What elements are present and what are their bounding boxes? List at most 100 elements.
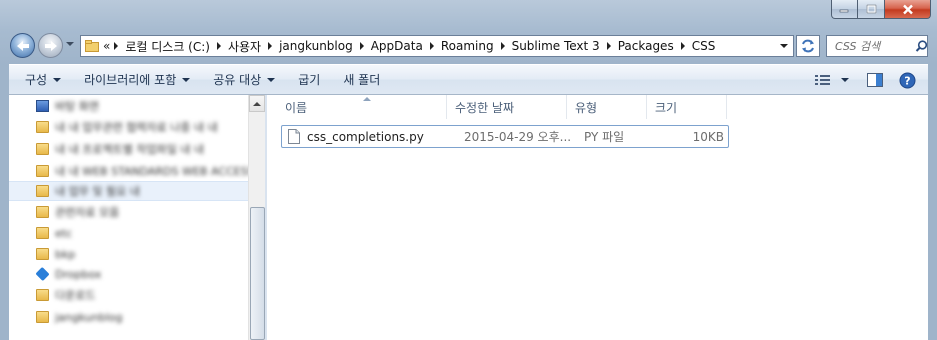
folder-icon — [36, 206, 49, 218]
breadcrumb-item[interactable]: Packages — [618, 39, 674, 53]
tree-item[interactable]: etc — [9, 223, 248, 243]
scroll-up-button[interactable] — [249, 95, 265, 112]
breadcrumb-item-current[interactable]: CSS — [692, 39, 716, 53]
breadcrumb-separator[interactable] — [500, 42, 505, 50]
share-with-menu[interactable]: 공유 대상 — [203, 68, 285, 92]
navigation-scrollbar[interactable] — [248, 95, 265, 340]
new-folder-button[interactable]: 새 폴더 — [333, 68, 390, 92]
column-header-modified[interactable]: 수정한 날짜 — [447, 95, 567, 119]
tree-item[interactable]: 다운로드 — [9, 285, 248, 305]
svg-text:?: ? — [904, 74, 910, 87]
breadcrumb-item[interactable]: 사용자 — [228, 38, 261, 55]
tree-item[interactable]: 내 내 프로젝트별 작업파일 내 내 — [9, 139, 248, 159]
refresh-button[interactable] — [796, 35, 820, 57]
organize-menu[interactable]: 구성 — [9, 68, 71, 92]
details-view-icon — [815, 75, 830, 85]
burn-label: 굽기 — [298, 73, 321, 87]
maximize-icon — [866, 4, 876, 14]
arrow-up-icon — [253, 101, 261, 106]
tree-item-label: 다운로드 — [55, 289, 96, 302]
tree-item[interactable]: 내 내 WEB STANDARDS WEB ACCESSIBILITY — [9, 161, 248, 181]
file-row[interactable]: css_completions.py 2015-04-29 오후... PY 파… — [281, 125, 729, 148]
back-arrow-icon — [16, 40, 29, 51]
folder-icon — [36, 121, 49, 133]
change-view-button[interactable] — [815, 68, 831, 92]
scroll-thumb[interactable] — [250, 207, 265, 340]
column-header-size[interactable]: 크기 — [647, 95, 727, 119]
breadcrumb-item[interactable]: jangkunblog — [279, 39, 353, 53]
breadcrumb-separator[interactable] — [268, 42, 273, 50]
tree-item-label: 내 내 업무관련 협력자료 나중 내 내 — [55, 121, 218, 134]
file-size: 10KB — [692, 129, 724, 144]
file-type: PY 파일 — [584, 130, 625, 144]
column-headers: 이름 수정한 날짜 유형 크기 — [277, 95, 727, 119]
refresh-icon — [802, 39, 814, 53]
computer-icon — [36, 100, 49, 112]
chevron-down-icon — [841, 78, 849, 82]
column-header-label: 이름 — [285, 100, 308, 115]
command-bar: 구성 라이브러리에 포함 공유 대상 굽기 새 폴더 ? — [9, 64, 928, 95]
folder-icon — [36, 165, 49, 177]
column-header-label: 수정한 날짜 — [455, 100, 515, 115]
tree-item-label: jangkunblog — [55, 310, 123, 324]
breadcrumb: 로컬 디스크 (C:) 사용자 jangkunblog AppData Roam… — [114, 38, 775, 55]
breadcrumb-item[interactable]: Roaming — [441, 39, 494, 53]
breadcrumb-item[interactable]: Sublime Text 3 — [512, 39, 600, 53]
breadcrumb-separator[interactable] — [680, 42, 685, 50]
tree-item-label: 내 업무 및 필요 내 — [55, 185, 140, 198]
tree-item[interactable]: 관련자료 모음 — [9, 202, 248, 222]
breadcrumb-item[interactable]: 로컬 디스크 (C:) — [125, 38, 210, 55]
tree-item-label: Dropbox — [55, 267, 102, 281]
burn-button[interactable]: 굽기 — [288, 68, 330, 92]
address-bar[interactable]: « 로컬 디스크 (C:) 사용자 jangkunblog AppData Ro… — [80, 35, 794, 57]
tree-item[interactable]: Dropbox — [9, 264, 248, 284]
close-button[interactable] — [885, 0, 931, 19]
dropbox-icon — [35, 266, 50, 282]
column-header-label: 유형 — [575, 100, 598, 115]
tree-item[interactable]: bkp — [9, 244, 248, 264]
caption-buttons — [831, 0, 931, 20]
tree-item-label: 관련자료 모음 — [55, 206, 120, 219]
chevron-down-icon — [780, 44, 788, 48]
maximize-button[interactable] — [858, 0, 885, 19]
include-in-library-menu[interactable]: 라이브러리에 포함 — [74, 68, 200, 92]
breadcrumb-separator[interactable] — [429, 42, 434, 50]
breadcrumb-separator[interactable] — [114, 42, 119, 50]
breadcrumb-overflow[interactable]: « — [103, 39, 110, 53]
breadcrumb-separator[interactable] — [216, 42, 221, 50]
address-dropdown-button[interactable] — [775, 36, 793, 56]
breadcrumb-separator[interactable] — [606, 42, 611, 50]
search-box[interactable] — [826, 35, 928, 57]
breadcrumb-item[interactable]: AppData — [371, 39, 423, 53]
search-input[interactable] — [835, 39, 915, 53]
include-in-library-label: 라이브러리에 포함 — [84, 73, 177, 87]
column-header-name[interactable]: 이름 — [277, 95, 447, 119]
recent-pages-dropdown[interactable] — [66, 42, 74, 46]
tree-item[interactable]: 바탕 화면 — [9, 96, 248, 116]
file-list: 이름 수정한 날짜 유형 크기 css_completions.py 2015-… — [267, 95, 928, 340]
help-icon: ? — [899, 72, 916, 88]
breadcrumb-separator[interactable] — [359, 42, 364, 50]
view-controls: ? — [809, 68, 916, 92]
minimize-icon — [839, 9, 849, 13]
tree-item-label: 바탕 화면 — [55, 100, 99, 113]
minimize-button[interactable] — [831, 0, 858, 19]
folder-icon — [36, 311, 49, 323]
close-icon — [902, 4, 913, 14]
help-button[interactable]: ? — [899, 68, 916, 92]
forward-button[interactable] — [38, 33, 63, 58]
search-icon[interactable] — [915, 39, 927, 53]
folder-icon — [36, 185, 49, 197]
tree-item[interactable]: jangkunblog — [9, 307, 248, 327]
folder-icon — [85, 40, 99, 52]
tree-item[interactable]: 내 내 업무관련 협력자료 나중 내 내 — [9, 117, 248, 137]
chevron-down-icon — [53, 77, 62, 82]
preview-pane-icon — [867, 73, 883, 87]
more-views-button[interactable] — [841, 68, 849, 92]
organize-label: 구성 — [25, 73, 48, 87]
column-header-type[interactable]: 유형 — [567, 95, 647, 119]
tree-item-selected[interactable]: 내 업무 및 필요 내 — [9, 181, 248, 201]
folder-icon — [36, 289, 49, 301]
preview-pane-button[interactable] — [867, 68, 883, 92]
back-button[interactable] — [10, 33, 35, 58]
